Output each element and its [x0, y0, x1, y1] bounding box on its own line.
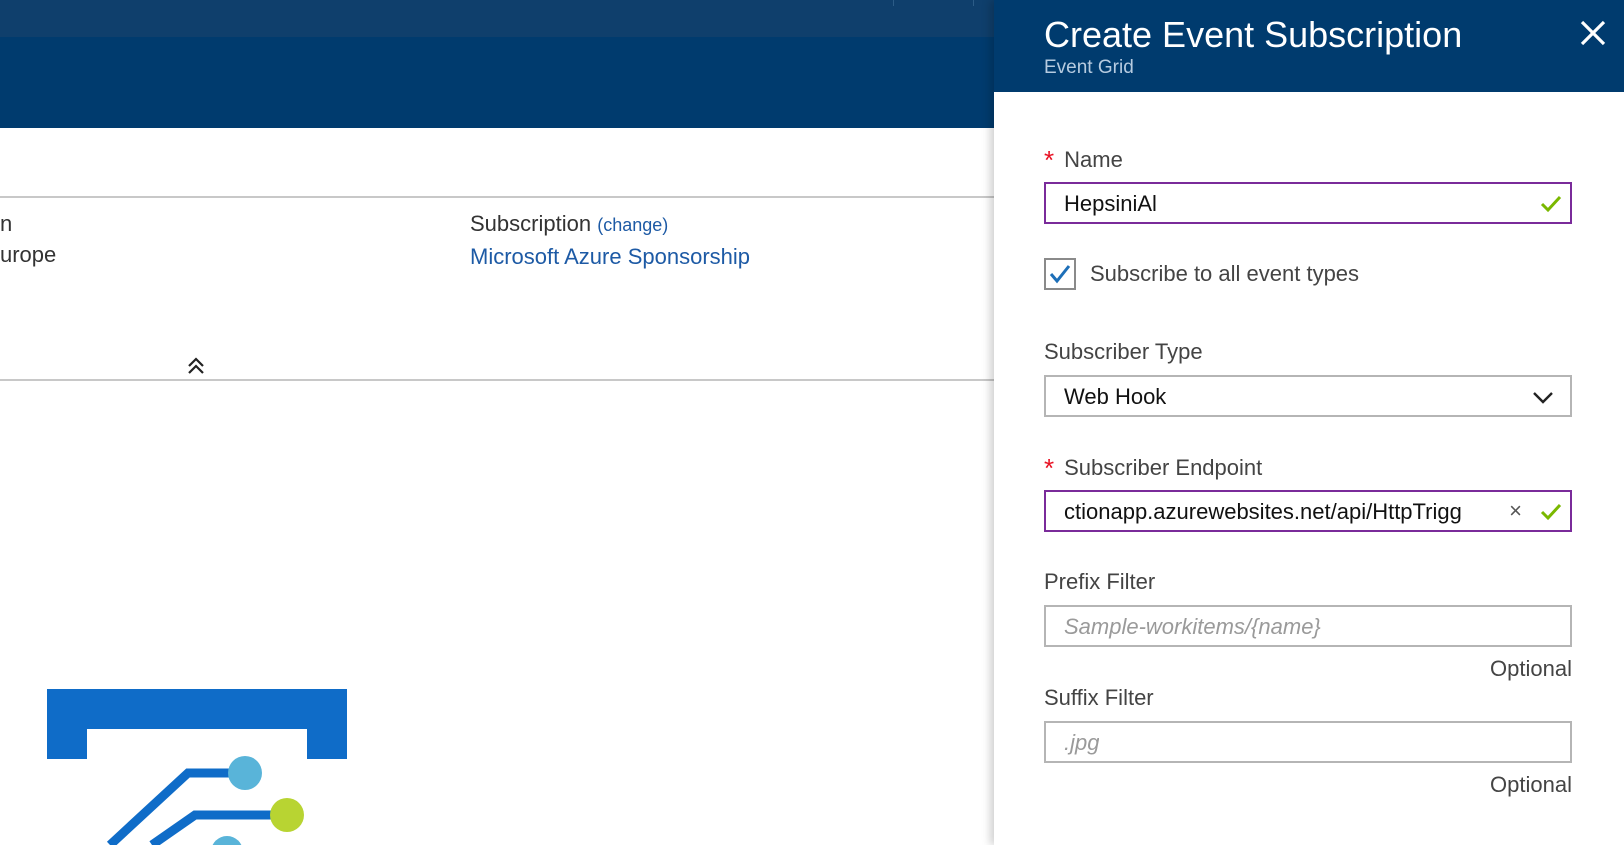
endpoint-input-value: ctionapp.azurewebsites.net/api/HttpTrigg — [1064, 499, 1462, 524]
subscription-value-link[interactable]: Microsoft Azure Sponsorship — [470, 241, 750, 272]
event-grid-logo — [47, 689, 347, 845]
checkmark-icon — [1049, 265, 1071, 284]
essentials-subscription: Subscription (change) Microsoft Azure Sp… — [470, 208, 750, 272]
essentials-location-label: n — [0, 211, 13, 236]
name-input-value: HepsiniAl — [1064, 191, 1157, 216]
chevron-down-icon — [1533, 392, 1553, 404]
change-subscription-link[interactable]: (change) — [597, 215, 668, 235]
prefix-optional-hint: Optional — [1490, 656, 1572, 681]
endpoint-input[interactable]: ctionapp.azurewebsites.net/api/HttpTrigg… — [1044, 490, 1572, 532]
blade-header — [0, 37, 994, 128]
name-input[interactable]: HepsiniAl — [1044, 182, 1572, 224]
suffix-filter-input[interactable]: .jpg — [1044, 721, 1572, 763]
prefix-filter-input[interactable]: Sample-workitems/{name} — [1044, 605, 1572, 647]
suffix-filter-label: Suffix Filter — [1044, 685, 1154, 710]
subscriber-type-select[interactable]: Web Hook — [1044, 375, 1572, 417]
essentials-location: n urope — [0, 208, 56, 270]
clear-icon[interactable]: × — [1509, 500, 1522, 522]
subscribe-all-checkbox[interactable] — [1044, 258, 1076, 290]
close-icon[interactable] — [1578, 18, 1608, 48]
prefix-filter-label: Prefix Filter — [1044, 569, 1156, 594]
essentials-location-value: urope — [0, 242, 57, 267]
check-icon — [1540, 195, 1562, 213]
name-label: * Name — [1044, 144, 1123, 174]
subscriber-type-label: Subscriber Type — [1044, 339, 1203, 364]
name-label-text: Name — [1064, 147, 1123, 172]
prefix-filter-placeholder: Sample-workitems/{name} — [1064, 614, 1321, 639]
required-marker: * — [1044, 145, 1055, 175]
subscribe-all-label: Subscribe to all event types — [1090, 261, 1360, 286]
panel-header: Create Event Subscription Event Grid — [994, 0, 1624, 92]
check-icon — [1540, 503, 1562, 521]
strip-separator — [973, 0, 974, 6]
subscriber-type-value: Web Hook — [1064, 384, 1167, 409]
endpoint-label-text: Subscriber Endpoint — [1064, 455, 1263, 480]
suffix-filter-placeholder: .jpg — [1064, 730, 1100, 755]
collapse-up-icon[interactable] — [184, 354, 208, 378]
panel-subtitle: Event Grid — [1044, 57, 1134, 78]
required-marker: * — [1044, 453, 1055, 483]
endpoint-label: * Subscriber Endpoint — [1044, 452, 1262, 482]
essentials-bottom-divider — [0, 379, 994, 381]
panel-title: Create Event Subscription — [1044, 14, 1463, 55]
subscription-label: Subscription — [470, 211, 592, 236]
create-event-subscription-panel: Create Event Subscription Event Grid * Na… — [994, 0, 1624, 845]
suffix-optional-hint: Optional — [1490, 772, 1572, 797]
essentials-top-divider — [0, 196, 994, 198]
strip-separator — [893, 0, 894, 6]
